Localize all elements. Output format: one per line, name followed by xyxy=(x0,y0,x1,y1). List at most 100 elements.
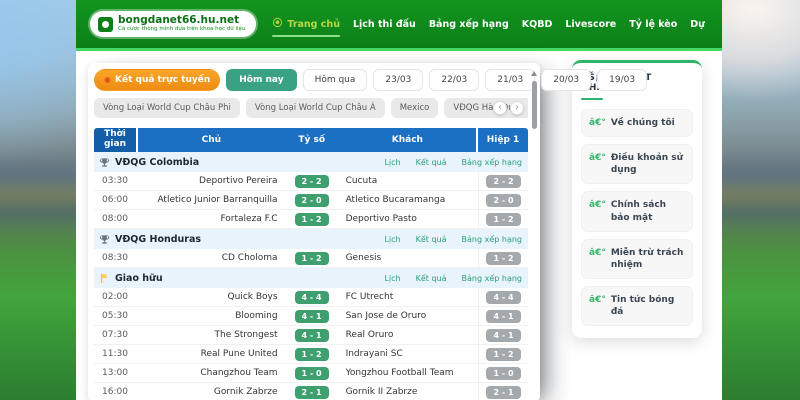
league-link-bang-xep-hang[interactable]: Bảng xếp hạng xyxy=(462,274,522,283)
score-badge: 2 - 2 xyxy=(295,175,329,188)
nav-item-bang-xep-hang[interactable]: Bảng xếp hạng xyxy=(429,13,509,36)
league-link-lich[interactable]: Lịch xyxy=(384,235,400,244)
match-row[interactable]: 08:00Fortaleza F.C1 - 2Deportivo Pasto1 … xyxy=(94,210,528,229)
live-results-button[interactable]: ◉ Kết quả trực tuyến xyxy=(94,69,220,91)
match-time: 13:00 xyxy=(94,368,136,378)
half-score-badge: 4 - 4 xyxy=(486,291,520,304)
table-header-mid: Chủ Tỷ số Khách xyxy=(138,128,476,152)
league-link-ket-qua[interactable]: Kết quả xyxy=(416,274,447,283)
score-cell: 1 - 2 xyxy=(285,348,339,361)
away-team: Yongzhou Football Team xyxy=(339,368,478,378)
score-badge: 4 - 4 xyxy=(295,291,329,304)
half-score-badge: 1 - 2 xyxy=(486,252,520,265)
trophy-icon xyxy=(99,234,110,245)
home-team: CD Choloma xyxy=(136,253,285,263)
day-filter-23-03[interactable]: 23/03 xyxy=(373,69,423,91)
half-score-cell: 4 - 1 xyxy=(478,307,528,325)
scroll-up-icon[interactable] xyxy=(531,71,537,76)
live-results-label: Kết quả trực tuyến xyxy=(115,75,210,85)
league-links: Lịch Kết quả Bảng xếp hạng xyxy=(384,235,522,244)
half-score-badge: 2 - 0 xyxy=(486,194,520,207)
day-filter-22-03[interactable]: 22/03 xyxy=(429,69,479,91)
league-link-bang-xep-hang[interactable]: Bảng xếp hạng xyxy=(462,158,522,167)
nav-item-trang-chu[interactable]: Trang chủ xyxy=(272,11,340,37)
scroll-left-icon[interactable]: ‹ xyxy=(493,101,507,115)
day-filter-20-03[interactable]: 20/03 xyxy=(541,69,591,91)
half-score-badge: 1 - 2 xyxy=(486,348,520,361)
match-time: 08:00 xyxy=(94,214,136,224)
match-row[interactable]: 05:30Blooming4 - 1San Jose de Oruro4 - 1 xyxy=(94,307,528,326)
nav-item-ty-le-keo[interactable]: Tỷ lệ kèo xyxy=(629,13,677,36)
match-row[interactable]: 03:30Deportivo Pereira2 - 2Cucuta2 - 2 xyxy=(94,172,528,191)
league-header-v-qg-colombia: VĐQG ColombiaLịchKết quảBảng xếp hạng xyxy=(94,152,528,172)
flag-icon xyxy=(99,273,110,284)
half-score-cell: 1 - 0 xyxy=(478,364,528,382)
main-nav: Trang chủ Lịch thi đấu Bảng xếp hạng KQBD Li… xyxy=(272,11,708,37)
league-link-bang-xep-hang[interactable]: Bảng xếp hạng xyxy=(462,235,522,244)
arrow-prefix-icon: â€° xyxy=(589,247,606,271)
match-row[interactable]: 02:00Quick Boys4 - 4FC Utrecht4 - 4 xyxy=(94,288,528,307)
match-row[interactable]: 16:00Gornik Zabrze2 - 1Gornik II Zabrze2… xyxy=(94,383,528,400)
home-team: Fortaleza F.C xyxy=(136,214,285,224)
league-filter-vong-loai-world-cup-chau-phi[interactable]: Vòng Loại World Cup Châu Phi xyxy=(94,98,240,118)
half-score-cell: 2 - 2 xyxy=(478,172,528,190)
half-score-cell: 2 - 1 xyxy=(478,383,528,400)
match-row[interactable]: 11:30Real Pune United1 - 2Indrayani SC1 … xyxy=(94,345,528,364)
quick-link-chinh-sach-bao-mat[interactable]: â€°Chính sách bảo mật xyxy=(581,191,693,231)
score-cell: 2 - 1 xyxy=(285,386,339,399)
nav-item-label: Trang chủ xyxy=(287,19,340,30)
match-row[interactable]: 13:00Changzhou Team1 - 0Yongzhou Footbal… xyxy=(94,364,528,383)
nav-item-label: Dự đoán bóng đá AI xyxy=(690,19,708,30)
match-time: 07:30 xyxy=(94,330,136,340)
half-score-cell: 4 - 4 xyxy=(478,288,528,306)
quick-link-label: Miễn trừ trách nhiệm xyxy=(611,247,685,271)
home-team: Blooming xyxy=(136,311,285,321)
site-logo[interactable]: bongdanet66.hu.net Cá cược thông minh dự… xyxy=(90,11,256,37)
score-cell: 2 - 2 xyxy=(285,175,339,188)
title-underline xyxy=(581,98,603,100)
day-filter-hom-nay[interactable]: Hôm nay xyxy=(226,69,296,91)
day-filter-19-03[interactable]: 19/03 xyxy=(597,69,647,91)
table-header: Thời gian Chủ Tỷ số Khách Hiệp 1 xyxy=(94,128,528,152)
away-team: Atletico Bucaramanga xyxy=(339,195,478,205)
score-badge: 2 - 1 xyxy=(295,386,329,399)
quick-link-mien-tru-trach-nhiem[interactable]: â€° Miễn trừ trách nhiệm xyxy=(581,239,693,279)
away-team: Gornik II Zabrze xyxy=(339,387,478,397)
scrollbar-thumb[interactable] xyxy=(532,81,537,129)
matches-panel: ◉ Kết quả trực tuyến Hôm nay Hôm qua23/03… xyxy=(88,63,540,400)
away-team: Deportivo Pasto xyxy=(339,214,478,224)
nav-item-du-oan-bong-a-ai[interactable]: Dự đoán bóng đá AI xyxy=(690,13,708,36)
match-row[interactable]: 06:00Atletico Junior Barranquilla2 - 0At… xyxy=(94,191,528,210)
league-filter-mexico[interactable]: Mexico xyxy=(391,98,439,118)
arrow-prefix-icon: â€° xyxy=(589,152,606,176)
day-filter-hom-qua[interactable]: Hôm qua xyxy=(303,69,368,91)
scroll-right-icon[interactable]: › xyxy=(510,101,524,115)
match-row[interactable]: 08:30CD Choloma1 - 2Genesis1 - 2 xyxy=(94,249,528,268)
day-filter-21-03[interactable]: 21/03 xyxy=(485,69,535,91)
league-link-lich[interactable]: Lịch xyxy=(384,158,400,167)
header-bar: bongdanet66.hu.net Cá cược thông minh dự… xyxy=(76,0,722,51)
league-link-ket-qua[interactable]: Kết quả xyxy=(416,235,447,244)
away-team: FC Utrecht xyxy=(339,292,478,302)
quick-link-tin-tuc-bong-a[interactable]: â€°Tin tức bóng đá xyxy=(581,286,693,326)
nav-item-label: Bảng xếp hạng xyxy=(429,19,509,30)
nav-item-lich-thi-au[interactable]: Lịch thi đấu xyxy=(353,13,416,36)
quick-link-ve-chung-toi[interactable]: â€°Về chúng tôi xyxy=(581,109,693,137)
league-link-lich[interactable]: Lịch xyxy=(384,274,400,283)
league-link-ket-qua[interactable]: Kết quả xyxy=(416,158,447,167)
table-body: VĐQG ColombiaLịchKết quảBảng xếp hạng03:… xyxy=(94,152,528,400)
league-filter-vong-loai-world-cup-chau-a[interactable]: Vòng Loại World Cup Châu Á xyxy=(246,98,385,118)
home-nav-icon xyxy=(272,17,283,31)
league-scroll-controls: ‹ › xyxy=(493,101,524,115)
match-row[interactable]: 07:30The Strongest4 - 1Real Oruro4 - 1 xyxy=(94,326,528,345)
nav-item-livescore[interactable]: Livescore xyxy=(565,13,616,36)
nav-item-kqbd[interactable]: KQBD xyxy=(522,13,553,36)
quick-link-label: Điều khoản sử dụng xyxy=(611,152,685,176)
quick-link-label: Về chúng tôi xyxy=(611,117,675,129)
nav-item-label: KQBD xyxy=(522,19,553,30)
home-team: Deportivo Pereira xyxy=(136,176,285,186)
quick-link-ieu-khoan-su-dung[interactable]: â€° Điều khoản sử dụng xyxy=(581,144,693,184)
score-cell: 1 - 0 xyxy=(285,367,339,380)
col-header-score: Tỷ số xyxy=(285,128,339,152)
score-cell: 4 - 1 xyxy=(285,329,339,342)
